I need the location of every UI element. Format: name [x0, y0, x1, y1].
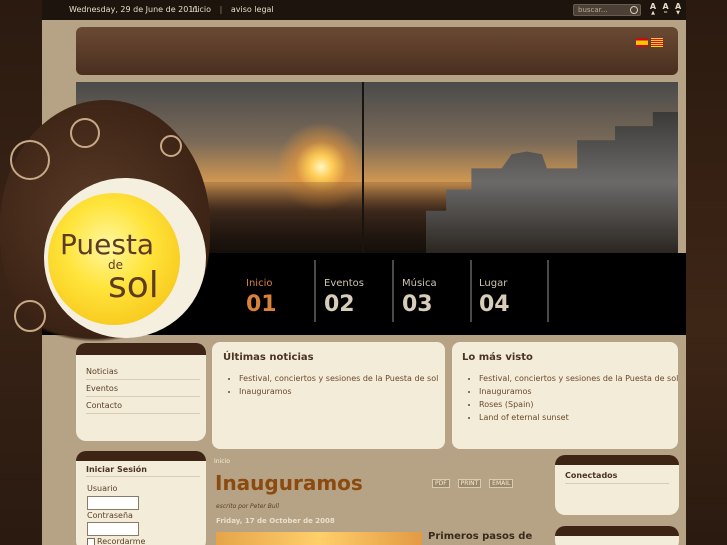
mast-silhouette: [362, 82, 364, 253]
pdf-icon[interactable]: PDF: [432, 479, 450, 488]
most-viewed-link[interactable]: Land of eternal sunset: [479, 413, 691, 423]
nav-number: 01: [246, 292, 277, 317]
news-link[interactable]: Festival, conciertos y sesiones de la Pu…: [239, 374, 464, 384]
spanish-flag-icon[interactable]: [636, 38, 648, 47]
current-date: Wednesday, 29 de June de 2011: [69, 5, 199, 14]
latest-news-panel: Últimas noticias Festival, conciertos y …: [212, 342, 445, 449]
email-icon[interactable]: EMAIL: [489, 479, 514, 488]
top-links: inicio | aviso legal: [190, 5, 280, 14]
latest-news-list: Festival, conciertos y sesiones de la Pu…: [239, 374, 464, 400]
link-separator: |: [219, 5, 223, 14]
sidebar-item-contacto[interactable]: Contacto: [86, 397, 200, 414]
article-date: Friday, 17 de October de 2008: [216, 517, 335, 525]
online-users-title: Conectados: [565, 471, 669, 484]
nav-label: Inicio: [246, 278, 273, 289]
sidebar-item-eventos[interactable]: Eventos: [86, 380, 200, 397]
remember-me[interactable]: Recordarme: [87, 537, 145, 545]
most-viewed-link[interactable]: Inauguramos: [479, 387, 691, 397]
login-box: Iniciar Sesión Usuario Contraseña Record…: [76, 451, 206, 545]
logo-text-puesta: Puesta: [60, 228, 155, 261]
swirl-ornament: [70, 118, 100, 148]
nav-label: Lugar: [479, 278, 508, 289]
top-bar: Wednesday, 29 de June de 2011 inicio | a…: [42, 0, 686, 20]
font-size-decrease[interactable]: A ▼: [673, 3, 683, 17]
font-size-controls: A ▲ A = A ▼: [648, 3, 683, 17]
font-size-reset[interactable]: A =: [661, 3, 671, 17]
sidebar-item-noticias[interactable]: Noticias: [86, 363, 200, 380]
latest-news-title: Últimas noticias: [223, 352, 314, 363]
most-viewed-link[interactable]: Roses (Spain): [479, 400, 691, 410]
swirl-ornament: [10, 140, 50, 180]
most-viewed-title: Lo más visto: [462, 352, 533, 363]
nav-number: 03: [402, 292, 433, 317]
search-input[interactable]: buscar...: [573, 4, 641, 16]
article-tools: PDF PRINT EMAIL: [432, 478, 518, 488]
remember-label: Recordarme: [97, 537, 146, 545]
login-title: Iniciar Sesión: [86, 465, 200, 477]
nav-label: Eventos: [324, 278, 364, 289]
catalan-flag-icon[interactable]: [651, 38, 663, 47]
nav-number: 04: [479, 292, 510, 317]
article-author: escrito por Peter Bull: [216, 503, 280, 510]
username-label: Usuario: [87, 484, 118, 493]
online-users-box: Conectados: [555, 455, 679, 515]
article-title[interactable]: Inauguramos: [215, 471, 363, 495]
link-aviso-legal[interactable]: aviso legal: [231, 5, 274, 14]
nav-number: 02: [324, 292, 355, 317]
main-content: Inicio Inauguramos PDF PRINT EMAIL escri…: [214, 449, 548, 545]
background-right: [686, 0, 727, 545]
remember-checkbox[interactable]: [87, 537, 95, 545]
nav-item-lugar[interactable]: Lugar 04: [473, 260, 549, 322]
username-field[interactable]: [87, 496, 139, 510]
logo-text-sol: sol: [108, 265, 159, 306]
most-viewed-link[interactable]: Festival, conciertos y sesiones de la Pu…: [479, 374, 691, 384]
swirl-ornament: [160, 135, 182, 157]
print-icon[interactable]: PRINT: [457, 479, 482, 488]
link-inicio[interactable]: inicio: [190, 5, 211, 14]
article-subtitle: Primeros pasos de: [428, 531, 533, 542]
search-placeholder: buscar...: [578, 6, 608, 14]
header-bar: [76, 27, 678, 75]
article-image: [216, 532, 422, 545]
most-viewed-list: Festival, conciertos y sesiones de la Pu…: [479, 374, 691, 426]
nav-item-eventos[interactable]: Eventos 02: [318, 260, 394, 322]
nav-item-inicio[interactable]: Inicio 01: [240, 260, 316, 322]
sidebar-menu: Noticias Eventos Contacto: [76, 343, 206, 441]
bottom-right-box: [555, 526, 679, 545]
news-link[interactable]: Inauguramos: [239, 387, 464, 397]
font-size-increase[interactable]: A ▲: [648, 3, 658, 17]
swirl-ornament: [14, 300, 46, 332]
password-label: Contraseña: [87, 511, 133, 520]
nav-item-musica[interactable]: Música 03: [396, 260, 472, 322]
search-icon[interactable]: [630, 6, 638, 14]
password-field[interactable]: [87, 522, 139, 536]
most-viewed-panel: Lo más visto Festival, conciertos y sesi…: [452, 342, 678, 449]
nav-label: Música: [402, 278, 437, 289]
breadcrumb[interactable]: Inicio: [214, 458, 230, 465]
